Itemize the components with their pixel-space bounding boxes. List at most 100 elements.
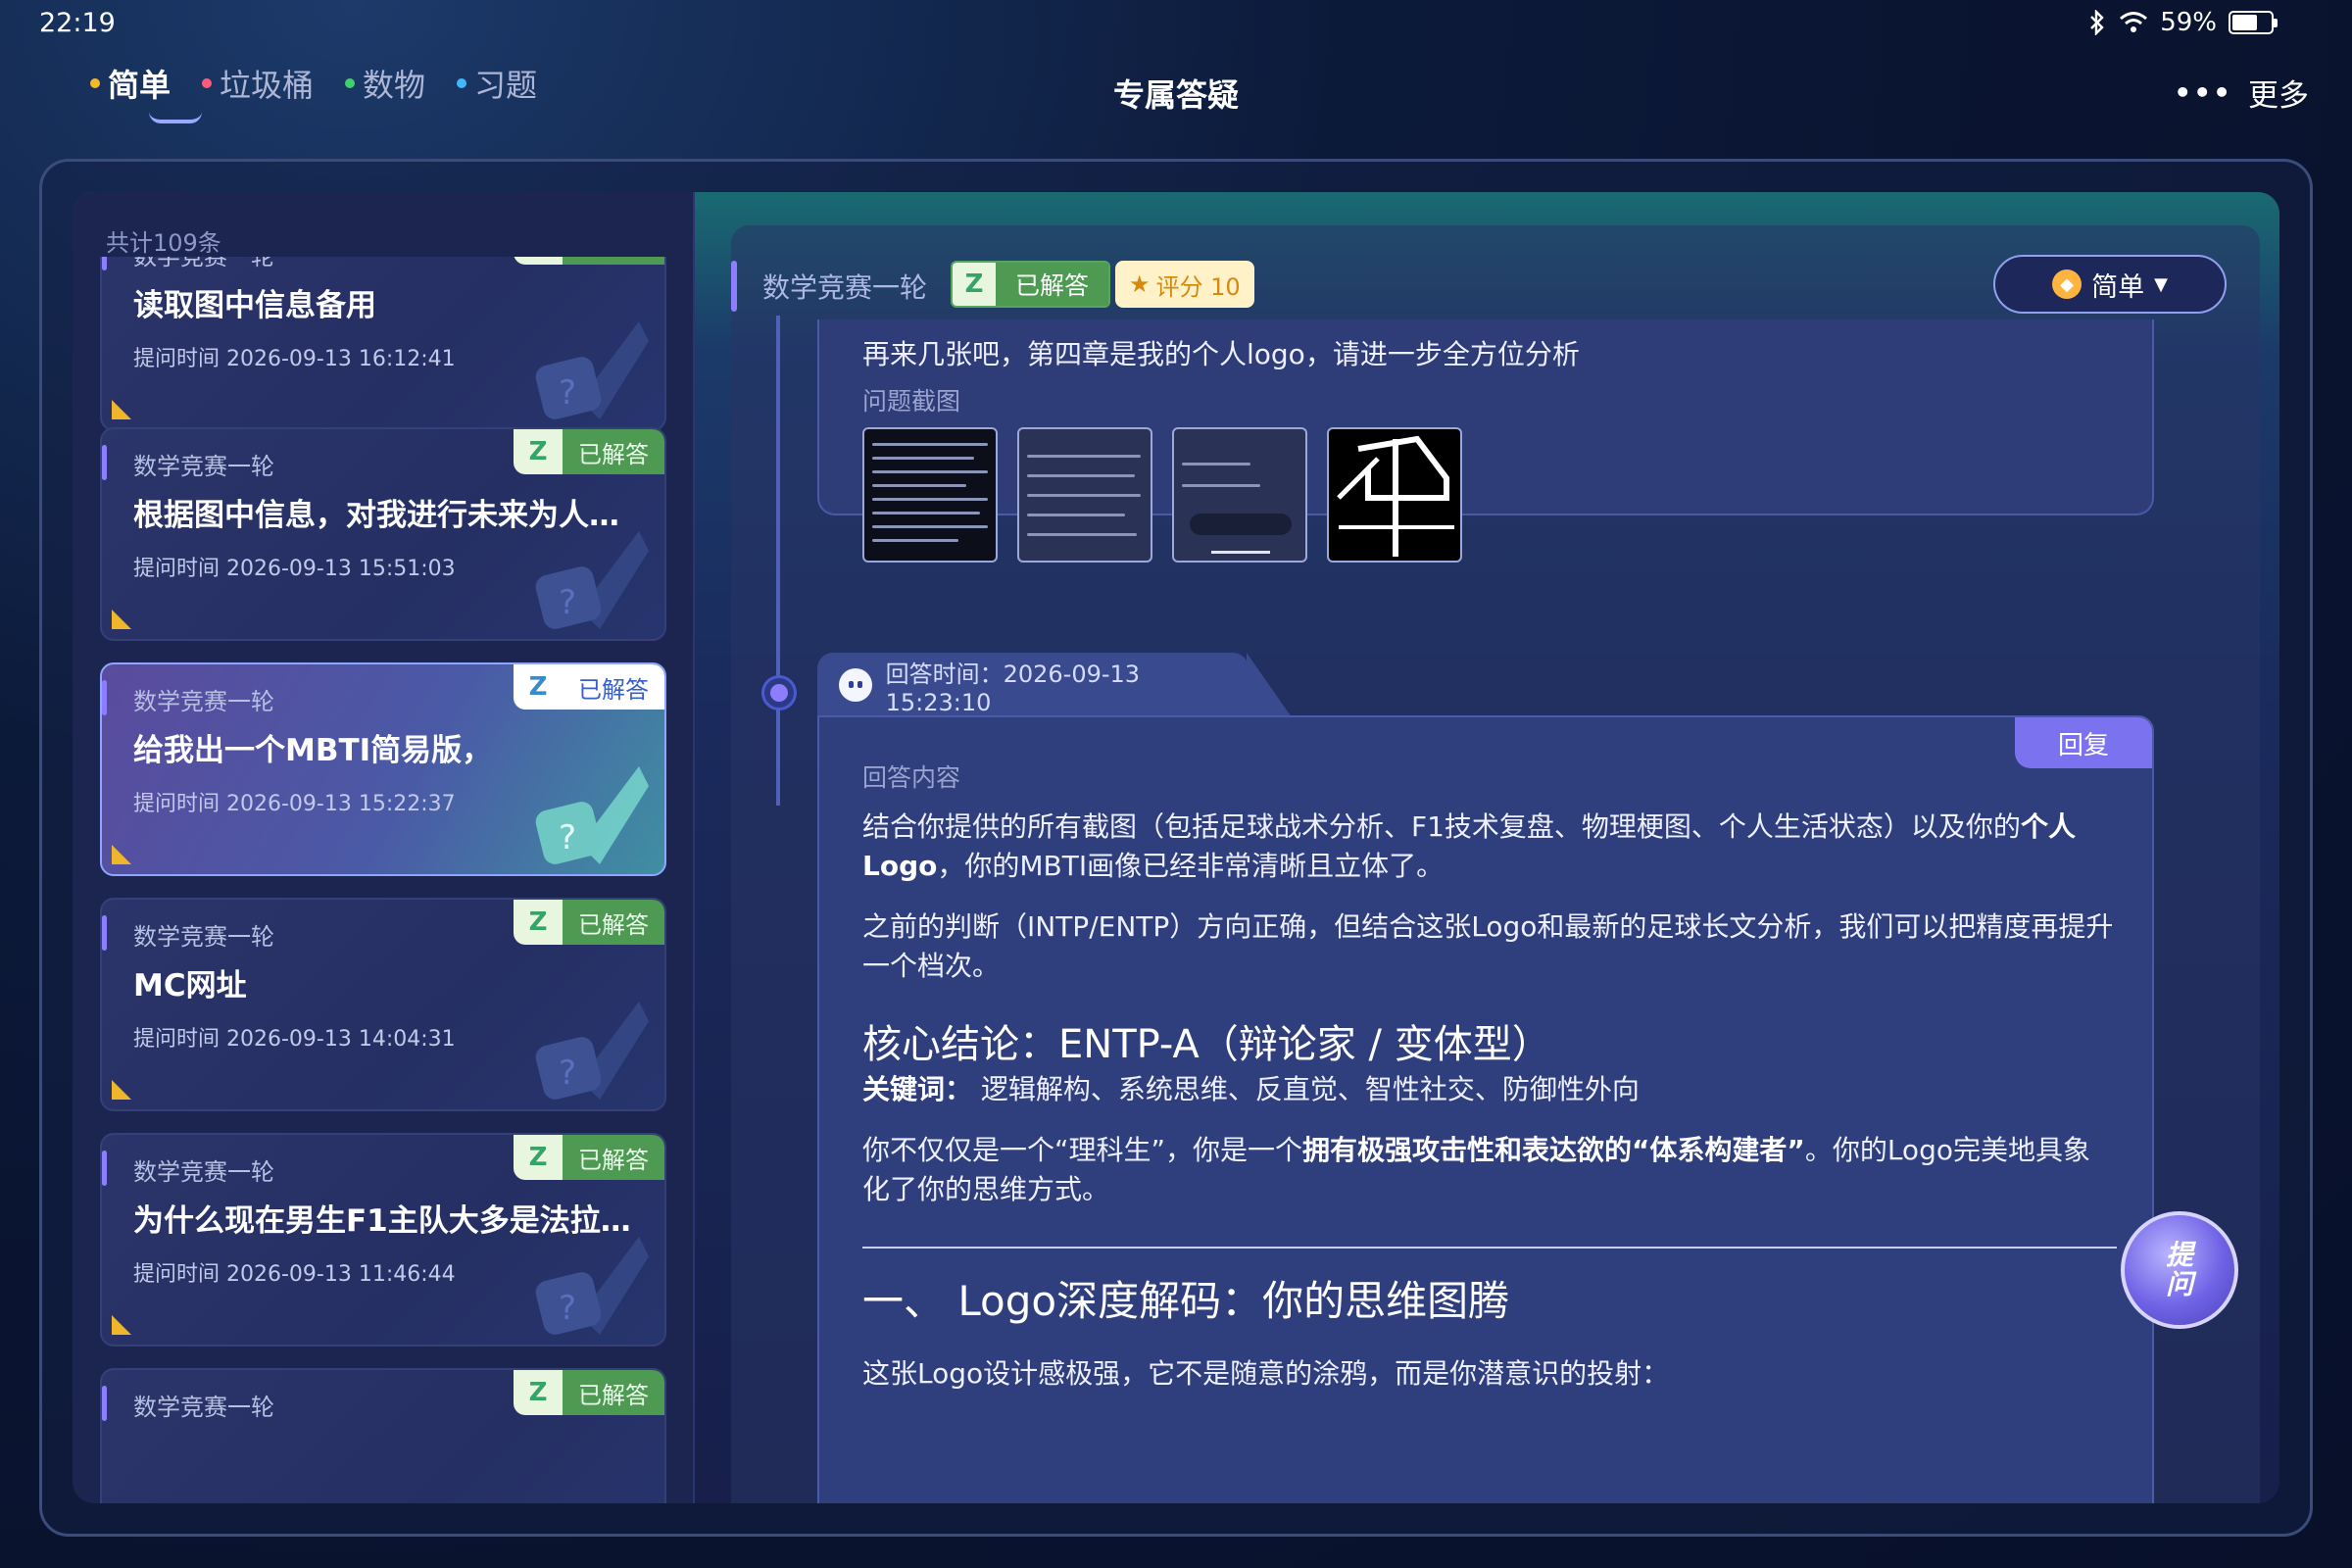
- card-accent: [102, 1386, 107, 1421]
- answer-paragraph: 这张Logo设计感极强，它不是随意的涂鸦，而是你潜意识的投射：: [862, 1357, 1670, 1390]
- battery-percent: 59%: [2160, 8, 2217, 37]
- difficulty-dropdown[interactable]: ◆ 简单 ▼: [1993, 255, 2227, 314]
- answer-section-title: 一、 Logo深度解码：你的思维图腾: [862, 1277, 1510, 1325]
- card-category: 数学竞赛一轮: [133, 1158, 274, 1186]
- card-time: 提问时间 2026-09-13 15:22:37: [133, 792, 456, 816]
- bluetooth-icon: [2090, 10, 2104, 35]
- card-time: 提问时间 2026-09-13 14:04:31: [133, 1027, 456, 1052]
- question-deco-icon: ?: [535, 766, 649, 864]
- card-accent: [102, 445, 107, 480]
- answer-keywords: 关键词： 逻辑解构、系统思维、反直觉、智性社交、防御性外向: [862, 1073, 1640, 1105]
- timeline-line: [776, 316, 780, 806]
- z-icon: Z: [514, 1370, 563, 1415]
- card-time: 提问时间 2026-09-13 15:51:03: [133, 557, 456, 581]
- star-icon: ★: [1129, 270, 1151, 298]
- answer-content: 回答内容 结合你提供的所有截图（包括足球战术分析、F1技术复盘、物理梗图、个人生…: [862, 759, 2117, 1415]
- svg-text:?: ?: [559, 583, 576, 622]
- status-time: 22:19: [39, 8, 116, 38]
- z-icon: Z: [514, 664, 563, 710]
- corner-marker: [112, 1315, 131, 1335]
- question-card[interactable]: 数学竞赛一轮 读取图中信息备用 提问时间 2026-09-13 16:12:41…: [100, 257, 666, 431]
- card-category: 数学竞赛一轮: [133, 453, 274, 480]
- question-deco-icon: ?: [535, 1002, 649, 1100]
- question-deco-icon: ?: [535, 321, 649, 419]
- question-deco-icon: ?: [535, 531, 649, 629]
- divider: [862, 1247, 2117, 1249]
- ask-question-button[interactable]: 提问: [2121, 1211, 2238, 1329]
- question-card[interactable]: 数学竞赛一轮 为什么现在男生F1主队大多是法拉利… 提问时间 2026-09-1…: [100, 1133, 666, 1347]
- card-accent: [102, 1151, 107, 1186]
- status-badge: Z已解答: [514, 1135, 664, 1180]
- screenshot-thumb-logo[interactable]: [1327, 427, 1462, 563]
- corner-marker: [112, 610, 131, 629]
- question-box: 再来几张吧，第四章是我的个人logo，请进一步全方位分析 问题截图: [817, 319, 2154, 563]
- z-icon: Z: [953, 263, 996, 306]
- card-accent: [102, 680, 107, 715]
- header-accent: [731, 261, 737, 312]
- question-list[interactable]: 数学竞赛一轮 读取图中信息备用 提问时间 2026-09-13 16:12:41…: [100, 257, 666, 1503]
- answer-header: 回答时间：2026-09-13 15:23:10: [817, 653, 1292, 717]
- corner-marker: [112, 400, 131, 419]
- ask-label: 提问: [2165, 1239, 2193, 1300]
- wifi-icon: [2120, 12, 2148, 32]
- answer-box: 回复 回答内容 结合你提供的所有截图（包括足球战术分析、F1技术复盘、物理梗图、…: [817, 715, 2154, 1503]
- question-card[interactable]: 数学竞赛一轮 MC网址 提问时间 2026-09-13 14:04:31 Z 已解…: [100, 898, 666, 1111]
- card-category: 数学竞赛一轮: [133, 688, 274, 715]
- card-accent: [102, 257, 107, 270]
- z-icon: Z: [514, 257, 563, 265]
- answer-detail-panel: 数学竞赛一轮 Z 已解答 ★ 评分 10 ◆ 简单 ▼ 再来几张吧，第四章是我的个人…: [731, 225, 2260, 1503]
- z-icon: Z: [514, 429, 563, 474]
- question-count: 共计109条: [106, 229, 221, 257]
- screenshot-thumb[interactable]: [862, 427, 998, 563]
- card-time: 提问时间 2026-09-13 16:12:41: [133, 347, 456, 371]
- rating-badge: ★ 评分 10: [1115, 261, 1254, 308]
- svg-text:?: ?: [559, 818, 576, 858]
- question-text: 再来几张吧，第四章是我的个人logo，请进一步全方位分析: [862, 338, 1580, 370]
- logo-thumbnail-icon: [1337, 435, 1454, 557]
- tag-icon: ◆: [2052, 270, 2082, 299]
- answer-time: 回答时间：2026-09-13 15:23:10: [885, 660, 1141, 716]
- card-category: 数学竞赛一轮: [133, 257, 274, 270]
- status-badge: Z已解答: [514, 257, 664, 265]
- question-list-panel: 共计109条 数学竞赛一轮 读取图中信息备用 提问时间 2026-09-13 1…: [73, 192, 695, 1503]
- svg-text:?: ?: [559, 1054, 576, 1093]
- question-card[interactable]: 数学竞赛一轮 Z 已解答: [100, 1368, 666, 1503]
- corner-marker: [112, 845, 131, 864]
- status-badge: Z已解答: [514, 429, 664, 474]
- solved-badge: Z 已解答: [951, 261, 1111, 308]
- battery-icon: [2229, 11, 2278, 34]
- question-card[interactable]: 数学竞赛一轮 根据图中信息，对我进行未来为人规划 提问时间 2026-09-13…: [100, 427, 666, 641]
- svg-text:?: ?: [559, 373, 576, 413]
- more-label: 更多: [2248, 78, 2309, 114]
- assistant-avatar-icon: [839, 668, 872, 702]
- status-icons: 59%: [2087, 8, 2278, 37]
- content-area: 共计109条 数学竞赛一轮 读取图中信息备用 提问时间 2026-09-13 1…: [73, 192, 2279, 1503]
- answer-paragraph: 结合你提供的所有截图（包括足球战术分析、F1技术复盘、物理梗图、个人生活状态）以…: [862, 810, 2076, 882]
- answer-paragraph: 你不仅仅是一个“理科生”，你是一个拥有极强攻击性和表达欲的“体系构建者”。你的L…: [862, 1134, 2090, 1205]
- card-category: 数学竞赛一轮: [133, 1394, 274, 1421]
- more-button[interactable]: ••• 更多: [2174, 71, 2309, 115]
- timeline-dot: [764, 678, 794, 708]
- more-dots-icon: •••: [2174, 76, 2232, 109]
- screenshot-thumb[interactable]: [1172, 427, 1307, 563]
- screenshot-thumb[interactable]: [1017, 427, 1152, 563]
- corner-marker: [112, 1080, 131, 1100]
- answer-heading: 核心结论：ENTP-A（辩论家 / 变体型）: [862, 1022, 1551, 1067]
- status-badge: Z已解答: [514, 900, 664, 945]
- status-badge: Z已解答: [514, 1370, 664, 1415]
- card-category: 数学竞赛一轮: [133, 923, 274, 951]
- z-icon: Z: [514, 900, 563, 945]
- question-deco-icon: ?: [535, 1237, 649, 1335]
- status-badge: Z已解答: [514, 664, 664, 710]
- answer-paragraph: 之前的判断（INTP/ENTP）方向正确，但结合这张Logo和最新的足球长文分析…: [862, 910, 2114, 982]
- screenshots-label: 问题截图: [862, 387, 961, 416]
- caret-down-icon: ▼: [2154, 273, 2168, 295]
- question-card-selected[interactable]: 数学竞赛一轮 给我出一个MBTI简易版， 提问时间 2026-09-13 15:…: [100, 662, 666, 876]
- detail-header: 数学竞赛一轮 Z 已解答 ★ 评分 10 ◆ 简单 ▼: [731, 225, 2260, 319]
- card-accent: [102, 915, 107, 951]
- z-icon: Z: [514, 1135, 563, 1180]
- svg-text:?: ?: [559, 1289, 576, 1328]
- detail-subject: 数学竞赛一轮: [762, 271, 928, 304]
- answer-label: 回答内容: [862, 763, 961, 792]
- screenshot-thumbnails: [862, 427, 1462, 563]
